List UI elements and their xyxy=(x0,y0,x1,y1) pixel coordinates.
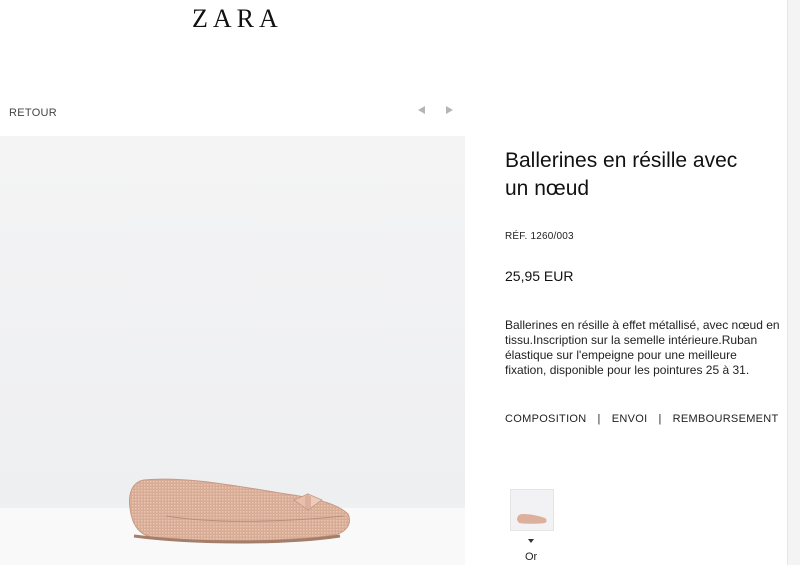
product-price: 25,95 EUR xyxy=(505,268,574,284)
scrollbar[interactable] xyxy=(787,0,800,565)
tab-separator: | xyxy=(658,413,662,425)
ballerina-shoe-illustration xyxy=(129,478,350,544)
product-title: Ballerines en résille avec un nœud xyxy=(505,149,738,200)
tab-separator: | xyxy=(597,413,601,425)
product-image xyxy=(0,136,465,565)
product-description: Ballerines en résille à effet métallisé,… xyxy=(505,318,780,377)
next-arrow-icon[interactable] xyxy=(446,106,453,114)
swatch-shoe-thumbnail xyxy=(511,490,553,530)
selected-caret-icon xyxy=(528,539,534,543)
back-link[interactable]: RETOUR xyxy=(9,107,57,119)
color-swatch-or[interactable] xyxy=(510,489,554,531)
tab-remboursement[interactable]: REMBOURSEMENT xyxy=(673,413,779,425)
color-label: Or xyxy=(525,551,538,563)
tab-envoi[interactable]: ENVOI xyxy=(612,413,648,425)
brand-logo[interactable]: ZARA xyxy=(192,4,283,34)
prev-arrow-icon[interactable] xyxy=(418,106,425,114)
info-tabs: COMPOSITION | ENVOI | REMBOURSEMENT xyxy=(505,413,779,425)
tab-composition[interactable]: COMPOSITION xyxy=(505,413,587,425)
product-reference: RÉF. 1260/003 xyxy=(505,231,574,242)
